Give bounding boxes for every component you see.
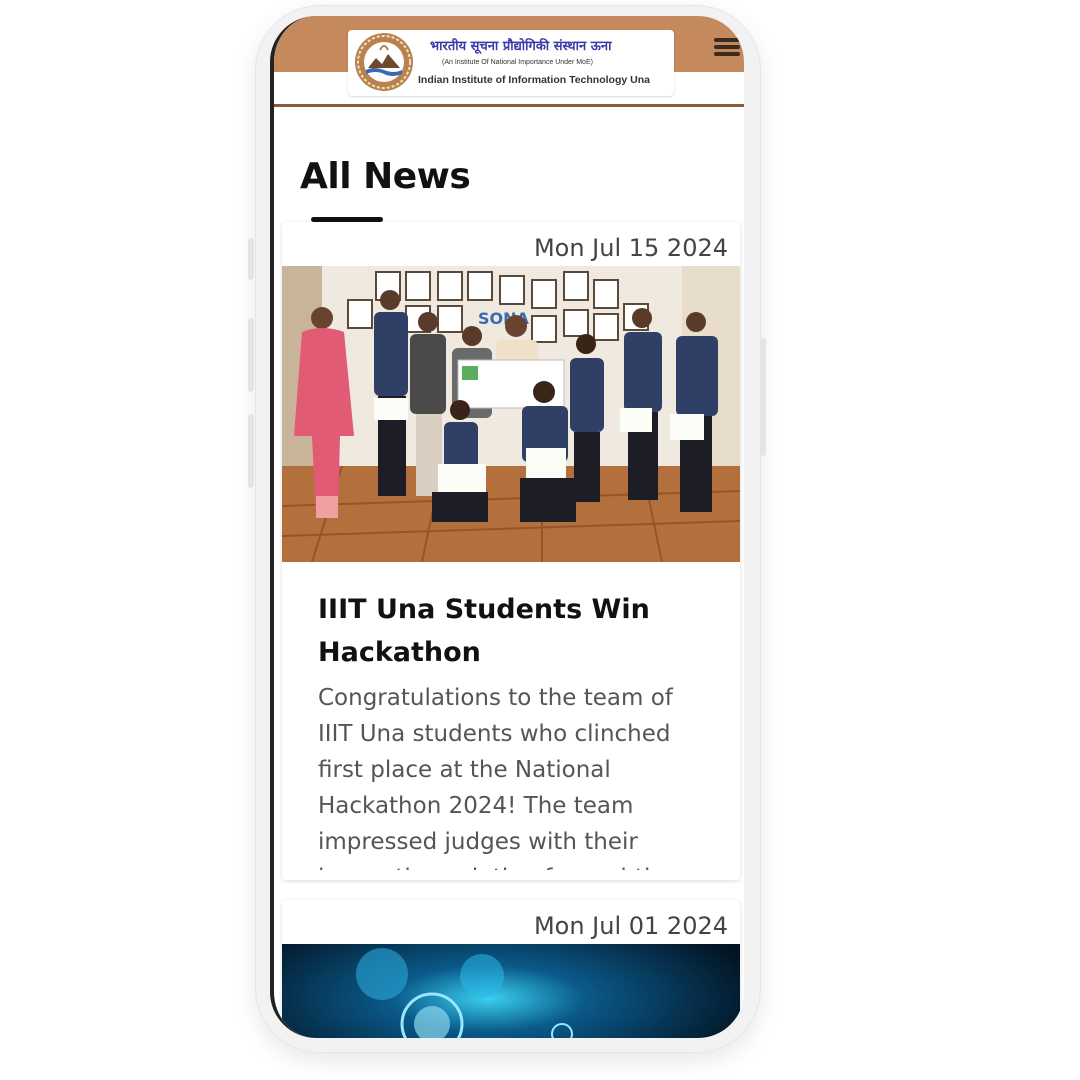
- news-title[interactable]: IIIT Una Students Win Hackathon: [318, 588, 678, 674]
- page-title: All News: [300, 156, 471, 197]
- phone-side-button: [248, 238, 254, 280]
- phone-screen: भारतीय सूचना प्रौद्योगिकी संस्थान ऊना (A…: [270, 16, 744, 1038]
- phone-side-button: [760, 338, 766, 456]
- institute-name-hindi: भारतीय सूचना प्रौद्योगिकी संस्थान ऊना: [430, 39, 612, 54]
- institute-name-english: Indian Institute of Information Technolo…: [418, 74, 650, 86]
- news-summary: Congratulations to the team of IIIT Una …: [318, 685, 687, 870]
- phone-side-button: [248, 414, 254, 488]
- institute-subtitle: (An Institute Of National Importance Und…: [442, 59, 593, 66]
- news-card[interactable]: Mon Jul 01 2024: [282, 900, 740, 1038]
- news-image[interactable]: [282, 944, 740, 1038]
- phone-side-button: [248, 318, 254, 392]
- institute-logo-banner[interactable]: भारतीय सूचना प्रौद्योगिकी संस्थान ऊना (A…: [348, 30, 674, 96]
- news-date: Mon Jul 01 2024: [533, 912, 728, 940]
- institute-emblem-icon: [355, 33, 413, 91]
- hamburger-menu-icon[interactable]: [714, 36, 740, 62]
- site-header: भारतीय सूचना प्रौद्योगिकी संस्थान ऊना (A…: [274, 16, 744, 107]
- news-date: Mon Jul 15 2024: [533, 234, 728, 262]
- news-image[interactable]: SONA: [282, 266, 740, 562]
- news-card[interactable]: Mon Jul 15 2024 SONA IIIT Una Students W…: [282, 222, 740, 880]
